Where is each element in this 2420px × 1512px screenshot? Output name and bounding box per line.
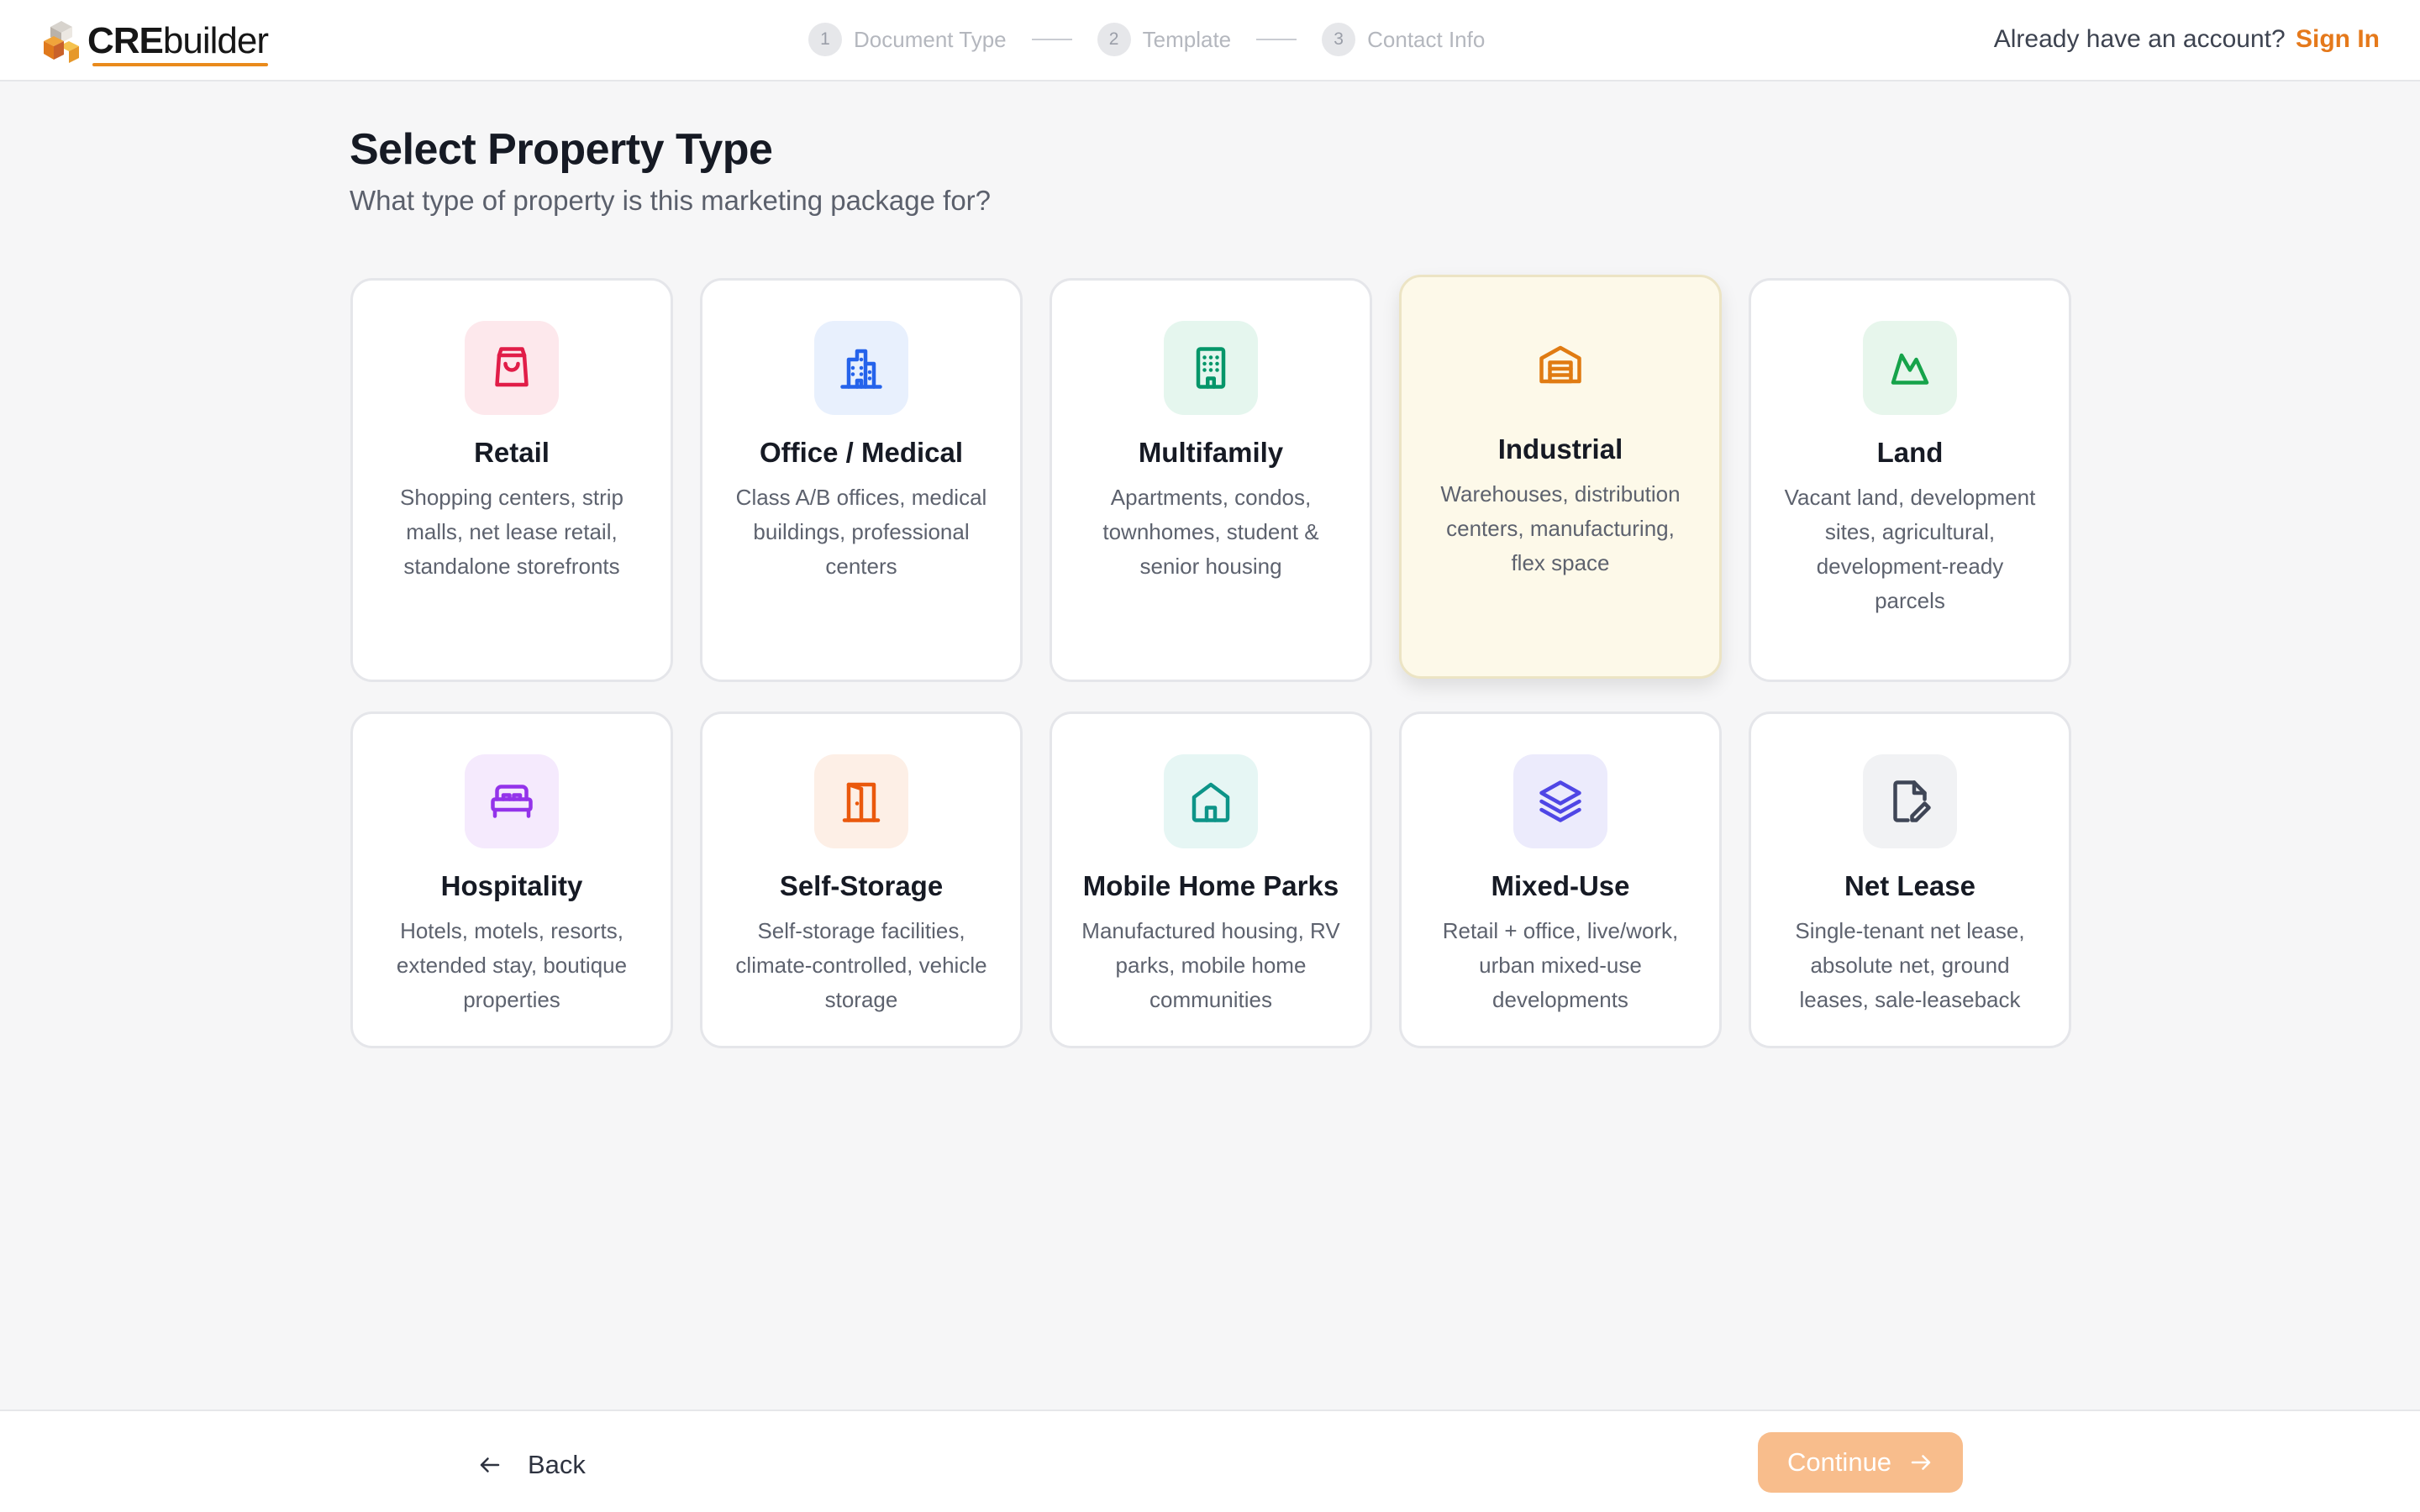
step-label: Template bbox=[1142, 26, 1232, 52]
card-icon-wrap bbox=[1164, 754, 1258, 848]
card-title: Land bbox=[1876, 437, 1944, 468]
back-button-label: Back bbox=[528, 1450, 586, 1479]
card-title: Mixed-Use bbox=[1491, 870, 1630, 901]
property-card-retail[interactable]: Retail Shopping centers, strip malls, ne… bbox=[350, 278, 673, 682]
card-icon-wrap bbox=[1863, 321, 1957, 415]
step-number: 1 bbox=[808, 23, 842, 56]
card-title: Retail bbox=[474, 437, 550, 468]
warehouse-icon bbox=[1539, 345, 1581, 384]
arrow-left-icon bbox=[480, 1457, 500, 1473]
card-description: Apartments, condos, townhomes, student &… bbox=[1102, 485, 1319, 579]
document-edit-icon bbox=[1893, 780, 1931, 822]
card-icon-wrap bbox=[1513, 754, 1607, 848]
property-card-industrial[interactable]: Industrial Warehouses, distribution cent… bbox=[1399, 275, 1722, 679]
account-prompt: Already have an account? Sign In bbox=[1994, 25, 2380, 54]
card-title: Multifamily bbox=[1138, 437, 1284, 468]
card-description: Class A/B offices, medical buildings, pr… bbox=[735, 485, 987, 579]
property-card-multifamily[interactable]: Multifamily Apartments, condos, townhome… bbox=[1050, 278, 1372, 682]
card-description: Manufactured housing, RV parks, mobile h… bbox=[1081, 918, 1340, 1012]
bed-icon bbox=[491, 785, 533, 818]
card-title: Mobile Home Parks bbox=[1082, 870, 1339, 901]
logo-underline bbox=[92, 63, 268, 66]
property-card-net-lease[interactable]: Net Lease Single-tenant net lease, absol… bbox=[1749, 711, 2071, 1048]
step-connector bbox=[1256, 39, 1297, 40]
arrow-right-icon bbox=[1911, 1455, 1931, 1470]
card-description: Single-tenant net lease, absolute net, g… bbox=[1795, 918, 2025, 1012]
back-button[interactable]: Back bbox=[477, 1450, 586, 1480]
card-icon-wrap bbox=[1513, 318, 1607, 412]
card-title: Office / Medical bbox=[759, 437, 964, 468]
account-prompt-text: Already have an account? bbox=[1993, 25, 2286, 53]
step-contact-info: 3 Contact Info bbox=[1322, 23, 1485, 56]
continue-button-label: Continue bbox=[1786, 1447, 1892, 1477]
mountain-icon bbox=[1891, 353, 1929, 385]
brand-logo[interactable]: CREbuilder bbox=[39, 17, 269, 66]
top-header: CREbuilder 1 Document Type 2 Template 3 … bbox=[0, 0, 2420, 81]
step-document-type: 1 Document Type bbox=[808, 23, 1007, 56]
step-connector bbox=[1031, 39, 1072, 40]
card-icon-wrap bbox=[814, 754, 908, 848]
card-description: Shopping centers, strip malls, net lease… bbox=[400, 485, 623, 579]
step-label: Contact Info bbox=[1367, 26, 1486, 52]
property-card-mobile-home-parks[interactable]: Mobile Home Parks Manufactured housing, … bbox=[1050, 711, 1372, 1048]
card-icon-wrap bbox=[465, 754, 559, 848]
apartment-building-icon bbox=[1196, 347, 1226, 389]
logo-mark-icon bbox=[44, 21, 79, 63]
page-title: Select Property Type bbox=[350, 125, 773, 174]
page-subtitle: What type of property is this marketing … bbox=[350, 185, 992, 216]
card-title: Net Lease bbox=[1844, 870, 1975, 901]
property-card-self-storage[interactable]: Self-Storage Self-storage facilities, cl… bbox=[700, 711, 1023, 1048]
card-title: Self-Storage bbox=[779, 870, 944, 901]
sign-in-link[interactable]: Sign In bbox=[2296, 25, 2380, 53]
logo-text-regular: builder bbox=[162, 20, 269, 61]
card-icon-wrap bbox=[465, 321, 559, 415]
card-title: Hospitality bbox=[440, 870, 583, 901]
card-icon-wrap bbox=[1863, 754, 1957, 848]
step-number: 2 bbox=[1097, 23, 1131, 56]
property-card-mixed-use[interactable]: Mixed-Use Retail + office, live/work, ur… bbox=[1399, 711, 1722, 1048]
shopping-bag-icon bbox=[495, 347, 529, 387]
office-building-icon bbox=[840, 349, 882, 389]
progress-stepper: 1 Document Type 2 Template 3 Contact Inf… bbox=[808, 23, 1485, 56]
card-description: Retail + office, live/work, urban mixed-… bbox=[1442, 918, 1679, 1012]
step-number: 3 bbox=[1322, 23, 1356, 56]
card-description: Vacant land, development sites, agricult… bbox=[1784, 485, 2036, 613]
door-icon bbox=[842, 782, 881, 822]
logo-text-bold: CRE bbox=[87, 20, 164, 61]
card-description: Self-storage facilities, climate-control… bbox=[735, 918, 987, 1012]
card-icon-wrap bbox=[814, 321, 908, 415]
property-card-hospitality[interactable]: Hospitality Hotels, motels, resorts, ext… bbox=[350, 711, 673, 1048]
layers-icon bbox=[1539, 780, 1581, 822]
home-icon bbox=[1192, 782, 1230, 822]
footer-bar: Back Continue bbox=[0, 1410, 2420, 1512]
property-card-office-medical[interactable]: Office / Medical Class A/B offices, medi… bbox=[700, 278, 1023, 682]
step-template: 2 Template bbox=[1097, 23, 1232, 56]
card-title: Industrial bbox=[1497, 433, 1623, 465]
continue-button[interactable]: Continue bbox=[1758, 1432, 1963, 1493]
card-icon-wrap bbox=[1164, 321, 1258, 415]
step-label: Document Type bbox=[854, 26, 1007, 52]
card-description: Warehouses, distribution centers, manufa… bbox=[1440, 481, 1681, 575]
property-card-land[interactable]: Land Vacant land, development sites, agr… bbox=[1749, 278, 2071, 682]
card-description: Hotels, motels, resorts, extended stay, … bbox=[396, 918, 628, 1012]
